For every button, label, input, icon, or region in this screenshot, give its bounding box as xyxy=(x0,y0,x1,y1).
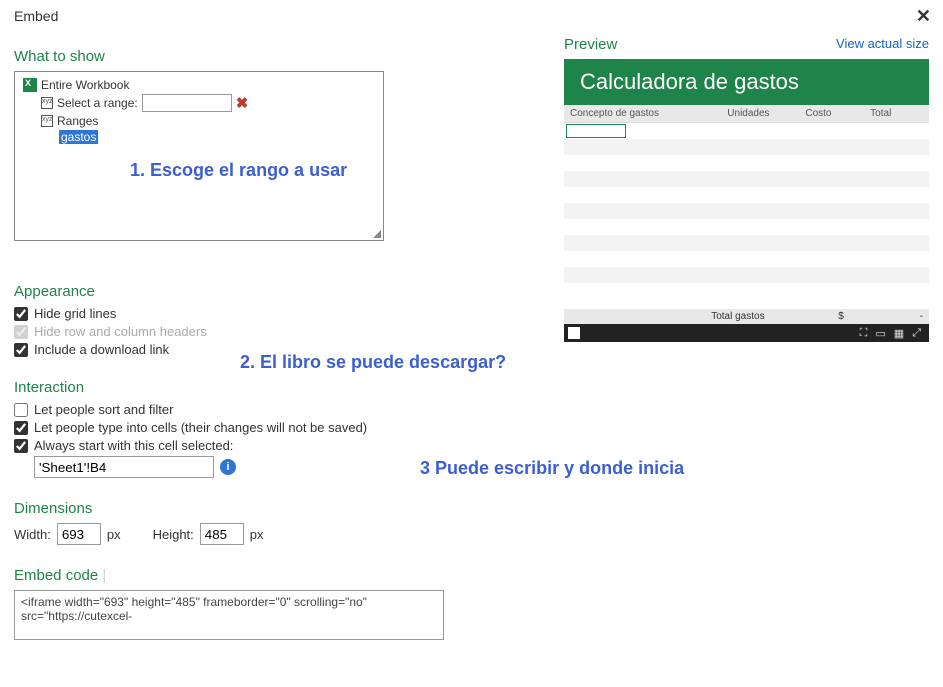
grid-icon[interactable]: ▦ xyxy=(894,327,904,340)
fullscreen-icon[interactable]: ⛶ xyxy=(860,327,868,340)
preview-row xyxy=(564,283,929,299)
preview-column-headers: Concepto de gastos Unidades Costo Total xyxy=(564,105,929,123)
embed-code-textarea[interactable]: <iframe width="693" height="485" framebo… xyxy=(14,590,444,640)
preview-row xyxy=(564,235,929,251)
preview-row xyxy=(564,139,929,155)
selected-cell-outline xyxy=(566,124,626,138)
type-cells-label: Let people type into cells (their change… xyxy=(34,420,367,435)
preview-pane: Calculadora de gastos Concepto de gastos… xyxy=(564,59,929,342)
height-unit: px xyxy=(250,527,264,542)
hide-gridlines-checkbox[interactable] xyxy=(14,307,28,321)
preview-row xyxy=(564,123,929,139)
appearance-heading: Appearance xyxy=(14,283,534,300)
type-cells-checkbox[interactable] xyxy=(14,421,28,435)
ranges-label[interactable]: Ranges xyxy=(57,114,98,128)
height-label: Height: xyxy=(153,527,194,542)
sort-filter-checkbox[interactable] xyxy=(14,403,28,417)
start-cell-checkbox[interactable] xyxy=(14,439,28,453)
resize-handle-icon[interactable] xyxy=(373,230,381,238)
view-actual-size-link[interactable]: View actual size xyxy=(836,36,929,51)
start-cell-label: Always start with this cell selected: xyxy=(34,438,233,453)
preview-status-bar: ⛶ ▭ ▦ ⤢ xyxy=(564,324,929,342)
entire-workbook-label[interactable]: Entire Workbook xyxy=(41,78,129,92)
embed-code-heading: Embed code | xyxy=(14,567,534,584)
dimensions-heading: Dimensions xyxy=(14,500,534,517)
range-input[interactable] xyxy=(142,94,232,112)
preview-row xyxy=(564,203,929,219)
width-input[interactable] xyxy=(57,523,101,545)
download-link-checkbox[interactable] xyxy=(14,343,28,357)
preview-banner: Calculadora de gastos xyxy=(564,59,929,105)
width-unit: px xyxy=(107,527,121,542)
close-icon[interactable]: ✕ xyxy=(916,6,931,27)
named-range-icon: xyz xyxy=(41,97,53,109)
dialog-title: Embed xyxy=(14,8,929,24)
preview-row xyxy=(564,171,929,187)
hide-gridlines-label: Hide grid lines xyxy=(34,306,116,321)
preview-row xyxy=(564,187,929,203)
preview-total-row: Total gastos $ - xyxy=(564,309,929,324)
expand-icon[interactable]: ⤢ xyxy=(912,327,921,340)
width-label: Width: xyxy=(14,527,51,542)
height-input[interactable] xyxy=(200,523,244,545)
delete-range-icon[interactable]: ✖ xyxy=(236,94,249,112)
hide-headers-checkbox xyxy=(14,325,28,339)
hide-headers-label: Hide row and column headers xyxy=(34,324,207,339)
select-range-label: Select a range: xyxy=(57,96,138,110)
preview-row xyxy=(564,267,929,283)
sort-filter-label: Let people sort and filter xyxy=(34,402,173,417)
what-to-show-box: Entire Workbook xyz Select a range: ✖ xy… xyxy=(14,71,384,241)
start-cell-input[interactable] xyxy=(34,456,214,478)
interaction-heading: Interaction xyxy=(14,379,534,396)
view-icon[interactable]: ▭ xyxy=(875,327,885,340)
excel-icon xyxy=(23,78,37,92)
range-item-gastos[interactable]: gastos xyxy=(59,130,98,144)
preview-row xyxy=(564,155,929,171)
what-to-show-heading: What to show xyxy=(14,48,534,65)
preview-row xyxy=(564,219,929,235)
info-icon[interactable]: i xyxy=(220,459,236,475)
named-range-icon: xyz xyxy=(41,115,53,127)
preview-heading: Preview xyxy=(564,36,617,53)
preview-row xyxy=(564,251,929,267)
download-link-label: Include a download link xyxy=(34,342,169,357)
